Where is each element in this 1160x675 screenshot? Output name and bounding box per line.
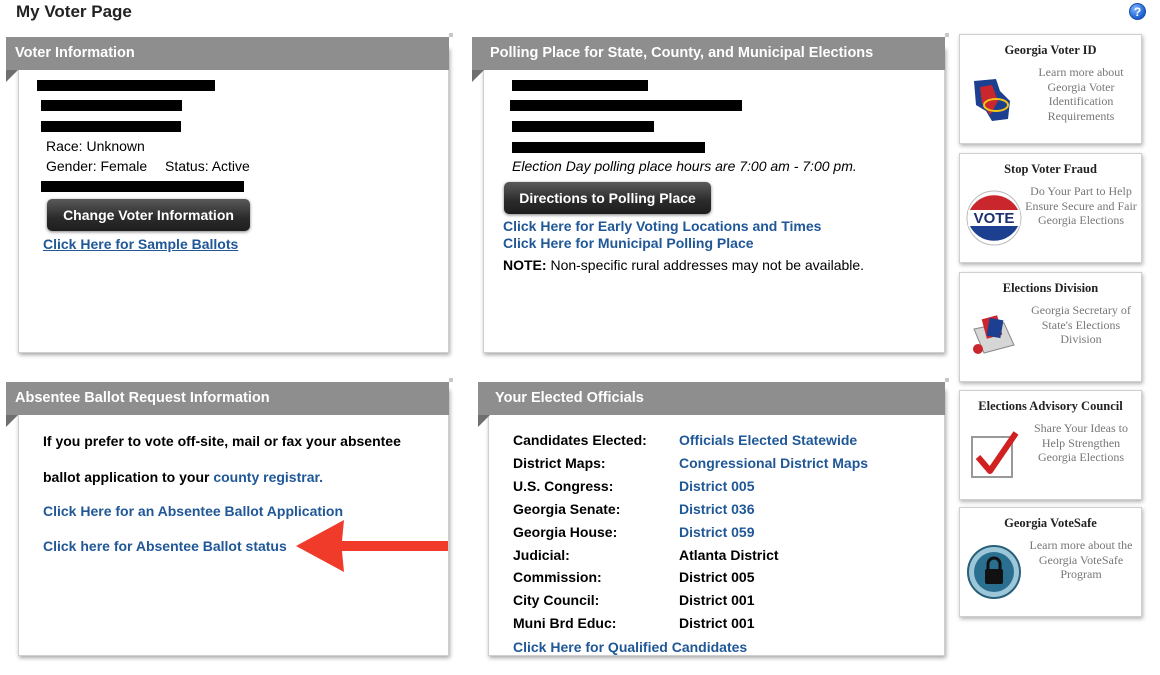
- officials-heading: Your Elected Officials: [478, 378, 949, 427]
- voter-registration-redacted: [41, 181, 244, 192]
- official-value-link[interactable]: District 036: [679, 501, 754, 517]
- absentee-instructions-line2: ballot application to your county regist…: [43, 469, 324, 485]
- red-arrow: [296, 520, 448, 572]
- georgia-voter-id-icon: [974, 79, 1010, 121]
- qualified-candidates-link[interactable]: Click Here for Qualified Candidates: [513, 639, 747, 655]
- polling-city-redacted: [512, 142, 705, 153]
- voter-city-redacted: [41, 121, 181, 132]
- sidebar-card-voter-id[interactable]: Georgia Voter ID Learn more about Georgi…: [959, 34, 1142, 144]
- voter-race: Race: Unknown: [46, 138, 145, 154]
- voter-info-heading: Voter Information: [6, 33, 453, 82]
- absentee-heading: Absentee Ballot Request Information: [6, 378, 453, 427]
- absentee-instructions-line1: If you prefer to vote off-site, mail or …: [43, 433, 401, 449]
- municipal-polling-link[interactable]: Click Here for Municipal Polling Place: [503, 235, 754, 251]
- official-value: Atlanta District: [679, 546, 779, 563]
- sidebar-card-title: Georgia VoteSafe: [1004, 516, 1097, 530]
- page-title: My Voter Page: [16, 2, 132, 21]
- polling-address-redacted: [512, 121, 654, 132]
- sidebar-card-text: Georgia Secretary of State's Elections D…: [1031, 303, 1131, 346]
- official-value: District 001: [679, 592, 755, 609]
- early-voting-link[interactable]: Click Here for Early Voting Locations an…: [503, 218, 821, 234]
- sidebar-card-advisory-council[interactable]: Elections Advisory Council Share Your Id…: [959, 390, 1142, 500]
- official-label: Muni Brd Educ:: [513, 615, 617, 632]
- sidebar-card-votesafe[interactable]: Georgia VoteSafe Learn more about the Ge…: [959, 507, 1142, 617]
- sidebar-card-title: Elections Advisory Council: [978, 399, 1123, 413]
- official-value-link[interactable]: District 005: [679, 478, 754, 494]
- lock-icon: [967, 545, 1021, 599]
- official-label: Georgia Senate:: [513, 500, 621, 517]
- official-value: District 005: [679, 569, 755, 586]
- sidebar-card-text: Learn more about Georgia Voter Identific…: [1038, 65, 1124, 123]
- official-value-link[interactable]: District 059: [679, 524, 754, 540]
- official-label: Georgia House:: [513, 523, 618, 540]
- sidebar-card-elections-division[interactable]: Elections Division Georgia Secretary of …: [959, 272, 1142, 382]
- vote-badge-icon: VOTE: [966, 190, 1022, 246]
- official-label: City Council:: [513, 592, 600, 609]
- official-label: Commission:: [513, 569, 602, 586]
- voter-name-redacted: [37, 80, 215, 91]
- voter-status: Status: Active: [165, 158, 250, 174]
- voter-address-redacted: [41, 100, 182, 111]
- sidebar-card-voter-fraud[interactable]: Stop Voter Fraud VOTE Do Your Part to He…: [959, 153, 1142, 263]
- official-value: District 001: [679, 615, 755, 632]
- directions-button[interactable]: Directions to Polling Place: [504, 182, 711, 214]
- red-arrow-shape: [296, 520, 448, 572]
- sidebar-card-text: Learn more about the Georgia VoteSafe Pr…: [1029, 538, 1133, 581]
- voter-gender: Gender: Female: [46, 158, 148, 174]
- polling-hours: Election Day polling place hours are 7:0…: [512, 158, 857, 174]
- sidebar-card-text: Share Your Ideas to Help Strengthen Geor…: [1034, 421, 1128, 464]
- absentee-application-link[interactable]: Click Here for an Absentee Ballot Applic…: [43, 503, 343, 519]
- help-icon[interactable]: ?: [1129, 3, 1146, 20]
- ballot-box-icon: [973, 315, 1015, 354]
- sidebar-card-title: Stop Voter Fraud: [1004, 162, 1097, 176]
- sidebar-card-text: Do Your Part to Help Ensure Secure and F…: [1025, 184, 1137, 227]
- polling-location-redacted: [510, 100, 742, 111]
- polling-note: NOTE: Non-specific rural addresses may n…: [503, 257, 865, 273]
- county-registrar-link[interactable]: county registrar.: [213, 469, 323, 485]
- official-label: U.S. Congress:: [513, 477, 614, 494]
- sidebar-card-title: Elections Division: [1002, 281, 1099, 295]
- sample-ballots-link[interactable]: Click Here for Sample Ballots: [43, 236, 238, 252]
- absentee-status-link[interactable]: Click here for Absentee Ballot status: [43, 538, 287, 554]
- vote-badge-text: VOTE: [974, 210, 1015, 227]
- change-voter-info-button[interactable]: Change Voter Information: [47, 199, 250, 231]
- official-value-link[interactable]: Officials Elected Statewide: [679, 432, 857, 448]
- official-label: Judicial:: [513, 546, 570, 563]
- precinct-redacted: [512, 80, 648, 91]
- official-label: Candidates Elected:: [513, 432, 647, 448]
- official-value-link[interactable]: Congressional District Maps: [679, 455, 868, 471]
- official-label: District Maps:: [513, 454, 606, 471]
- sidebar-card-title: Georgia Voter ID: [1004, 43, 1097, 57]
- polling-place-heading: Polling Place for State, County, and Mun…: [472, 33, 949, 82]
- checkmark-icon: [971, 431, 1019, 478]
